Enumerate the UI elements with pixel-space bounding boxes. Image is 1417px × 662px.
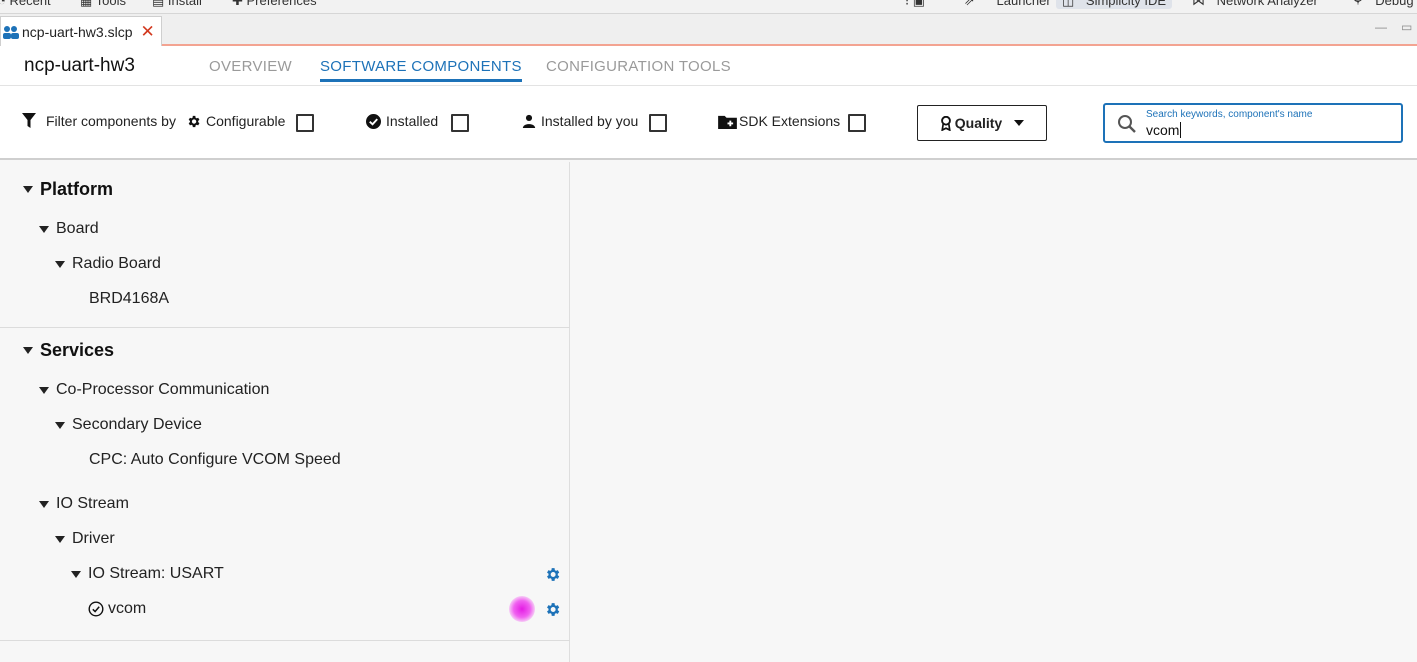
tree-leaf-vcom[interactable]: vcom <box>88 597 146 621</box>
editor-tab-slcp[interactable]: ncp-uart-hw3.slcp ✕ <box>0 16 162 46</box>
tab-configuration-tools[interactable]: CONFIGURATION TOOLS <box>546 58 731 75</box>
caret-down-icon[interactable] <box>55 260 65 268</box>
search-input[interactable]: Search keywords, component's name vcom <box>1103 103 1403 143</box>
search-icon <box>1118 115 1136 133</box>
installed-checkbox[interactable] <box>451 114 469 132</box>
folder-plus-icon <box>718 115 737 129</box>
tree-node-coprocessor-communication[interactable]: Co-Processor Communication <box>39 378 269 402</box>
caret-down-icon[interactable] <box>39 500 49 508</box>
person-icon <box>522 114 536 128</box>
caret-down-icon[interactable] <box>39 225 49 233</box>
filter-installed: Installed <box>366 113 438 129</box>
tree-node-driver[interactable]: Driver <box>55 527 115 551</box>
tree-separator <box>0 640 570 641</box>
component-detail-panel <box>571 162 1417 662</box>
perspective-simplicity-ide[interactable]: ◫ Simplicity IDE <box>1056 0 1173 9</box>
tree-leaf-cpc-auto-configure[interactable]: CPC: Auto Configure VCOM Speed <box>89 448 341 472</box>
perspective-launcher[interactable]: ⇗ Launcher <box>958 0 1057 9</box>
tab-software-components[interactable]: SOFTWARE COMPONENTS <box>320 58 522 82</box>
main-toolbar: ◔ Recent ▦ Tools ▤ Install ✚ Preferences… <box>0 0 1417 14</box>
search-placeholder: Search keywords, component's name <box>1146 109 1313 120</box>
editor-tab-label: ncp-uart-hw3.slcp <box>22 23 133 40</box>
perspective-debug[interactable]: ⚘ Debug <box>1346 0 1417 9</box>
component-tree: Platform Board Radio Board BRD4168A Serv… <box>0 162 570 662</box>
filter-sdk-extensions: SDK Extensions <box>718 113 840 129</box>
configurable-checkbox[interactable] <box>296 114 314 132</box>
tree-leaf-brd4168a[interactable]: BRD4168A <box>89 287 169 311</box>
filter-configurable: Configurable <box>186 113 285 129</box>
filter-installed-by-you: Installed by you <box>522 113 638 129</box>
caret-down-icon[interactable] <box>39 386 49 394</box>
component-editor-header: ncp-uart-hw3 OVERVIEW SOFTWARE COMPONENT… <box>0 46 1417 86</box>
award-icon <box>940 115 951 131</box>
toolbar-tools[interactable]: ▦ Tools <box>80 0 126 9</box>
configure-gear-icon[interactable] <box>544 566 561 583</box>
editor-tab-strip: ncp-uart-hw3.slcp ✕ — ▭ <box>0 14 1417 46</box>
maximize-icon[interactable]: ▭ <box>1401 20 1412 34</box>
gear-icon <box>188 115 200 127</box>
minimize-icon[interactable]: — <box>1375 20 1387 34</box>
toolbar-preferences[interactable]: ✚ Preferences <box>232 0 317 9</box>
toolbar-install[interactable]: ▤ Install <box>152 0 202 9</box>
tree-separator <box>0 327 570 328</box>
quality-dropdown-button[interactable]: Quality <box>917 105 1047 141</box>
tree-node-io-stream[interactable]: IO Stream <box>39 492 129 516</box>
tree-node-services[interactable]: Services <box>23 338 114 362</box>
project-icon <box>3 25 19 39</box>
caret-down-icon[interactable] <box>55 421 65 429</box>
tab-overview[interactable]: OVERVIEW <box>209 58 292 75</box>
toolbar-overflow-icon[interactable]: ⁝ ▣ <box>905 0 925 9</box>
project-title: ncp-uart-hw3 <box>24 55 135 76</box>
check-circle-icon <box>366 113 381 129</box>
caret-down-icon[interactable] <box>55 535 65 543</box>
close-icon[interactable]: ✕ <box>141 22 155 42</box>
tree-node-board[interactable]: Board <box>39 217 99 241</box>
toolbar-recent[interactable]: ◔ Recent <box>0 0 51 8</box>
installed-check-icon <box>88 601 104 617</box>
search-value: vcom <box>1146 122 1182 138</box>
click-marker <box>509 596 535 622</box>
configure-gear-icon[interactable] <box>544 601 561 618</box>
filter-icon <box>22 113 36 128</box>
chevron-down-icon <box>1014 120 1025 126</box>
caret-down-icon[interactable] <box>23 346 33 354</box>
installed-by-you-checkbox[interactable] <box>649 114 667 132</box>
tree-node-platform[interactable]: Platform <box>23 177 113 201</box>
caret-down-icon[interactable] <box>71 570 81 578</box>
tree-node-io-stream-usart[interactable]: IO Stream: USART <box>71 562 224 586</box>
perspective-network-analyzer[interactable]: ⋈ Network Analyzer <box>1186 0 1324 9</box>
filter-bar: Filter components by Configurable Instal… <box>0 86 1417 160</box>
sdk-extensions-checkbox[interactable] <box>848 114 866 132</box>
tree-node-secondary-device[interactable]: Secondary Device <box>55 413 202 437</box>
caret-down-icon[interactable] <box>23 185 33 193</box>
tree-node-radio-board[interactable]: Radio Board <box>55 252 161 276</box>
filter-label: Filter components by <box>22 113 176 129</box>
